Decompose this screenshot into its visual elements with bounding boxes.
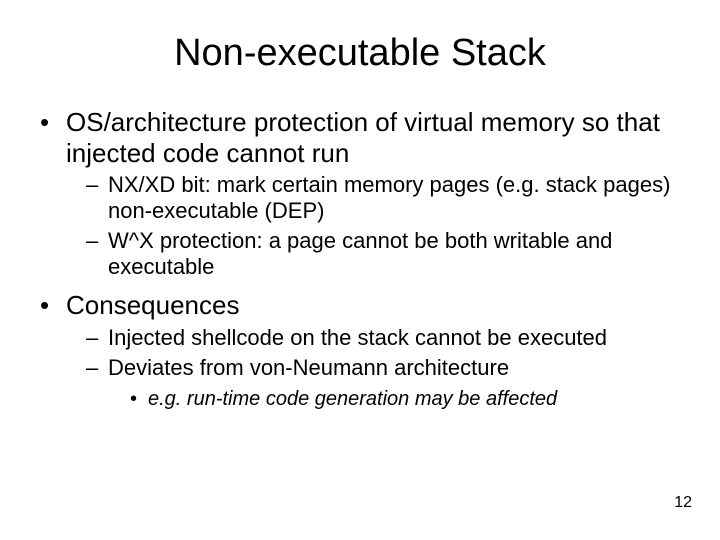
page-number: 12	[674, 494, 692, 512]
bullet-text: OS/architecture protection of virtual me…	[66, 107, 660, 168]
sub-bullet-text: Injected shellcode on the stack cannot b…	[108, 325, 607, 350]
bullet-text: Consequences	[66, 290, 239, 320]
sub-bullet-list: NX/XD bit: mark certain memory pages (e.…	[66, 172, 676, 280]
sub-bullet-item: NX/XD bit: mark certain memory pages (e.…	[86, 172, 676, 224]
subsub-bullet-list: e.g. run-time code generation may be aff…	[108, 387, 676, 411]
slide: Non-executable Stack OS/architecture pro…	[0, 0, 720, 540]
sub-bullet-item: Injected shellcode on the stack cannot b…	[86, 325, 676, 351]
sub-bullet-list: Injected shellcode on the stack cannot b…	[66, 325, 676, 411]
bullet-item: OS/architecture protection of virtual me…	[40, 107, 676, 280]
sub-bullet-item: Deviates from von-Neumann architecture e…	[86, 355, 676, 411]
subsub-bullet-item: e.g. run-time code generation may be aff…	[130, 387, 676, 411]
sub-bullet-text: NX/XD bit: mark certain memory pages (e.…	[108, 172, 670, 223]
bullet-list: OS/architecture protection of virtual me…	[36, 107, 684, 411]
sub-bullet-text: Deviates from von-Neumann architecture	[108, 355, 509, 380]
subsub-bullet-text: e.g. run-time code generation may be aff…	[148, 388, 557, 410]
bullet-item: Consequences Injected shellcode on the s…	[40, 290, 676, 411]
slide-title: Non-executable Stack	[36, 32, 684, 75]
sub-bullet-text: W^X protection: a page cannot be both wr…	[108, 228, 612, 279]
sub-bullet-item: W^X protection: a page cannot be both wr…	[86, 228, 676, 280]
